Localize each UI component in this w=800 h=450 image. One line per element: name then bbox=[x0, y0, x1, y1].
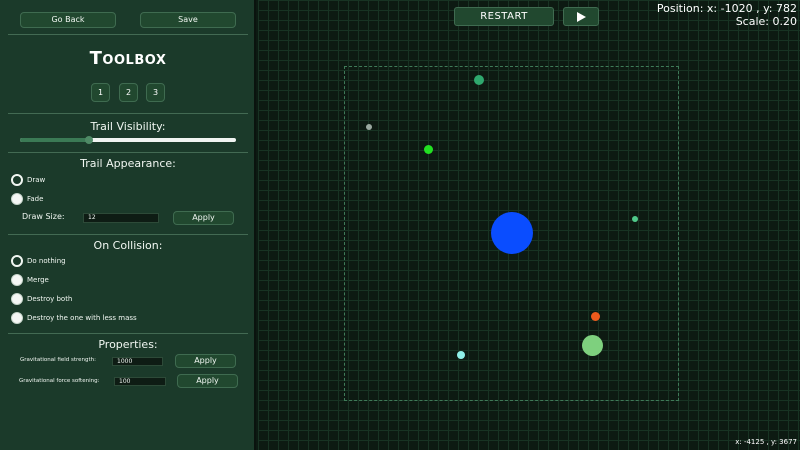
radio-button-draw[interactable] bbox=[11, 174, 23, 186]
draw-size-apply-button[interactable]: Apply bbox=[173, 211, 234, 225]
trail-visibility-slider[interactable] bbox=[20, 136, 236, 144]
divider bbox=[8, 234, 248, 235]
field-strength-input[interactable]: 1000 bbox=[112, 357, 163, 366]
tab-2[interactable]: 2 bbox=[119, 83, 138, 102]
field-strength-apply-button[interactable]: Apply bbox=[175, 354, 236, 368]
trail-appearance-heading: Trail Appearance: bbox=[80, 157, 176, 170]
trail-visibility-label: Trail Visibility: bbox=[90, 120, 166, 133]
body-orange[interactable] bbox=[591, 312, 600, 321]
softening-apply-button[interactable]: Apply bbox=[177, 374, 238, 388]
simulation-canvas[interactable]: RESTART Position: x: -1020 , y: 782 Scal… bbox=[258, 0, 800, 450]
slider-fill bbox=[20, 138, 90, 142]
scale-readout: Scale: 0.20 bbox=[735, 15, 797, 28]
draw-size-input[interactable]: 12 bbox=[83, 213, 159, 223]
divider bbox=[8, 333, 248, 334]
divider bbox=[8, 152, 248, 153]
restart-button[interactable]: RESTART bbox=[454, 7, 554, 26]
radio-label-destroy-less-mass: Destroy the one with less mass bbox=[27, 314, 137, 322]
softening-label: Gravitational force softening: bbox=[19, 378, 100, 384]
position-readout: Position: x: -1020 , y: 782 bbox=[656, 2, 797, 15]
field-strength-label: Gravitational field strength: bbox=[20, 357, 97, 363]
body-teal[interactable] bbox=[474, 75, 484, 85]
save-button[interactable]: Save bbox=[140, 12, 236, 28]
play-icon bbox=[577, 12, 586, 22]
radio-button-fade[interactable] bbox=[11, 193, 23, 205]
radio-button-do-nothing[interactable] bbox=[11, 255, 23, 267]
body-cyan[interactable] bbox=[457, 351, 465, 359]
radio-merge[interactable]: Merge bbox=[11, 273, 49, 287]
draw-size-label: Draw Size: bbox=[22, 212, 65, 221]
tab-1[interactable]: 1 bbox=[91, 83, 110, 102]
radio-destroy-both[interactable]: Destroy both bbox=[11, 292, 72, 306]
radio-label-draw: Draw bbox=[27, 176, 46, 184]
radio-label-destroy-both: Destroy both bbox=[27, 295, 73, 303]
body-central[interactable] bbox=[491, 212, 533, 254]
go-back-button[interactable]: Go Back bbox=[20, 12, 116, 28]
cursor-readout: x: -4125 , y: 3677 bbox=[735, 438, 797, 446]
radio-draw[interactable]: Draw bbox=[11, 173, 45, 187]
body-small-green[interactable] bbox=[632, 216, 638, 222]
body-green-large[interactable] bbox=[582, 335, 603, 356]
body-bright-green[interactable] bbox=[424, 145, 433, 154]
radio-button-merge[interactable] bbox=[11, 274, 23, 286]
softening-input[interactable]: 100 bbox=[114, 377, 166, 386]
radio-fade[interactable]: Fade bbox=[11, 192, 43, 206]
play-button[interactable] bbox=[563, 7, 599, 26]
on-collision-heading: On Collision: bbox=[93, 239, 163, 252]
radio-button-destroy-less-mass[interactable] bbox=[11, 312, 23, 324]
toolbox-title: Toolbox bbox=[89, 48, 167, 69]
radio-label-fade: Fade bbox=[27, 195, 44, 203]
radio-do-nothing[interactable]: Do nothing bbox=[11, 254, 66, 268]
properties-heading: Properties: bbox=[98, 338, 158, 351]
tab-3[interactable]: 3 bbox=[146, 83, 165, 102]
radio-label-do-nothing: Do nothing bbox=[27, 257, 66, 265]
body-grey[interactable] bbox=[366, 124, 372, 130]
radio-button-destroy-both[interactable] bbox=[11, 293, 23, 305]
divider bbox=[8, 113, 248, 114]
toolbox-sidebar: Go Back Save Toolbox 1 2 3 Trail Visibil… bbox=[0, 0, 256, 450]
radio-label-merge: Merge bbox=[27, 276, 49, 284]
divider bbox=[8, 34, 248, 35]
slider-thumb[interactable] bbox=[85, 136, 94, 144]
radio-destroy-less-mass[interactable]: Destroy the one with less mass bbox=[11, 311, 137, 325]
